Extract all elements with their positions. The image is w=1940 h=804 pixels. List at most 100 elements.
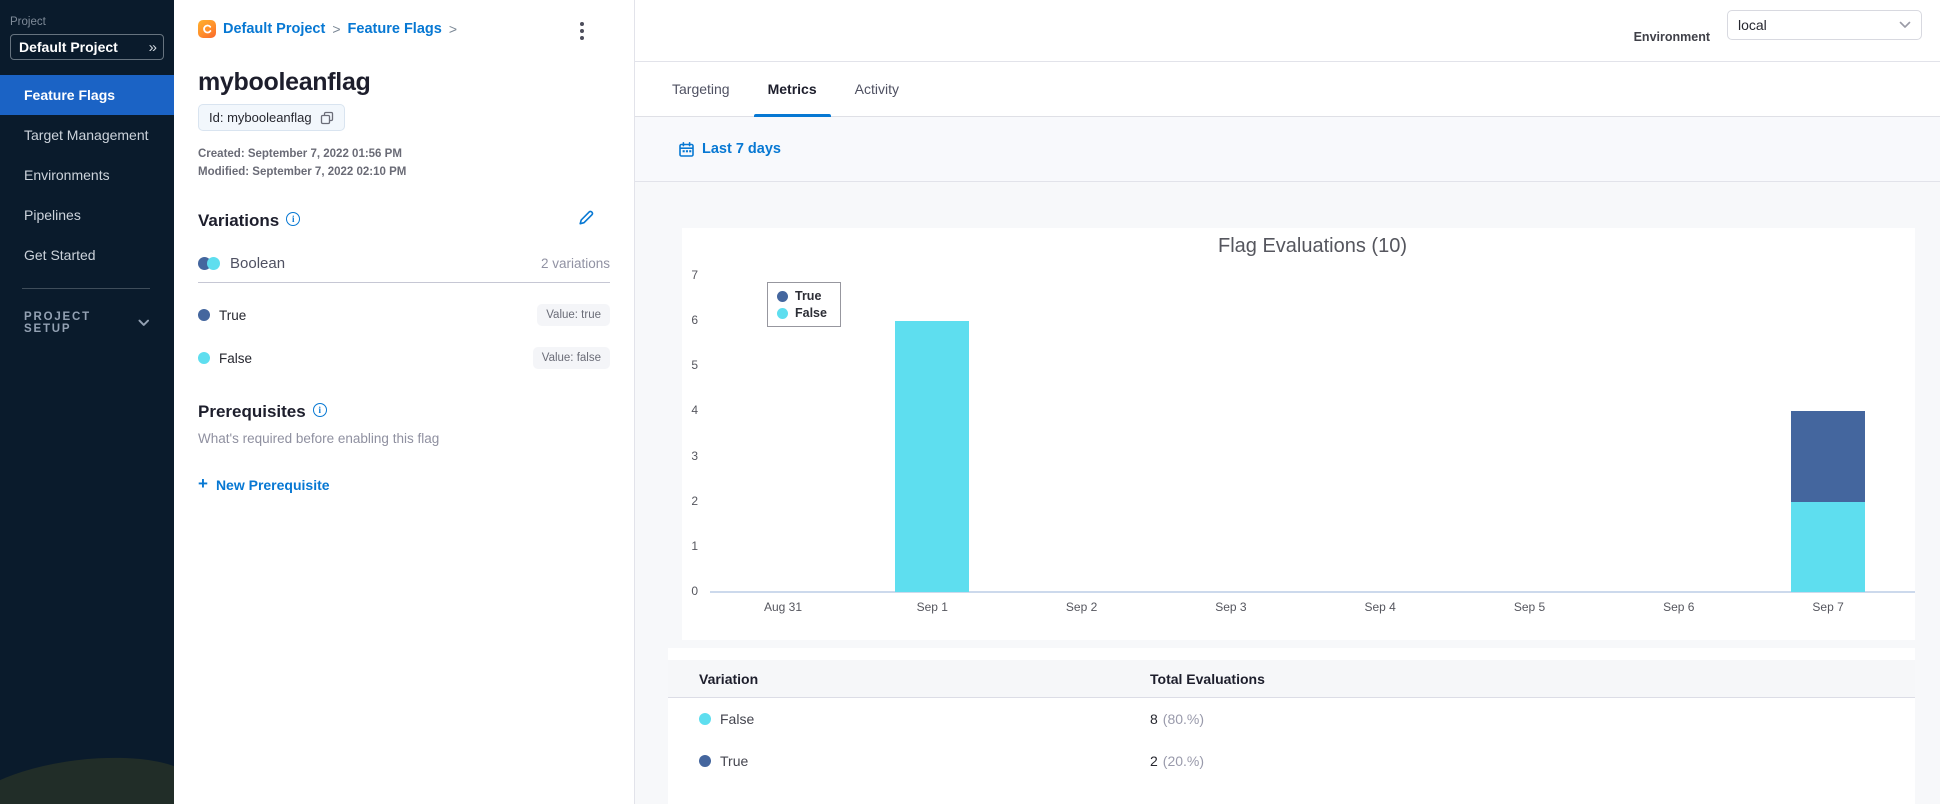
variations-divider	[198, 282, 610, 283]
bar-false-sep-1[interactable]	[895, 321, 970, 592]
sidebar-item-feature-flags[interactable]: Feature Flags	[0, 75, 174, 115]
new-prerequisite-button[interactable]: + New Prerequisite	[198, 474, 330, 494]
true-variation-value: Value: true	[537, 304, 610, 326]
prerequisites-description: What's required before enabling this fla…	[198, 431, 440, 446]
false-row-count: 8	[1150, 711, 1158, 727]
date-range-button[interactable]: Last 7 days	[679, 141, 781, 157]
project-setup-toggle[interactable]: PROJECT SETUP	[24, 311, 150, 335]
y-axis-tick: 7	[691, 268, 698, 283]
info-icon: i	[286, 212, 301, 226]
y-axis-tick: 3	[691, 448, 698, 463]
flag-evaluations-chart: Flag Evaluations (10) True False 0123456…	[682, 228, 1915, 640]
breadcrumb-separator: >	[448, 21, 457, 37]
main-area: Environment local Targeting Metrics Acti…	[635, 0, 1940, 804]
sidebar-item-environments[interactable]: Environments	[0, 155, 174, 195]
app: Project Default Project » Feature Flags …	[0, 0, 1940, 804]
info-icon: i	[312, 403, 327, 417]
corner-decoration	[0, 746, 174, 804]
variation-type-label: Boolean	[230, 255, 286, 272]
chevron-down-icon	[138, 319, 150, 326]
table-row-false: False 8 (80.%)	[668, 698, 1915, 740]
bar-true-sep-7[interactable]	[1791, 411, 1866, 502]
table-row-true: True 2 (20.%)	[668, 740, 1915, 782]
copy-icon[interactable]	[320, 111, 334, 125]
y-axis-tick: 2	[691, 493, 698, 508]
chart-plot: 0 1 2 3 4 5 6 7 Aug 31 Sep 1 Sep 2 Sep 3 Sep 4 Sep 5 S…	[682, 228, 1915, 640]
flag-id-text: Id: mybooleanflag	[209, 110, 312, 125]
variation-count: 2 variations	[540, 256, 610, 271]
flag-detail-panel: Default Project > Feature Flags > mybool…	[174, 0, 635, 804]
kebab-menu-button[interactable]	[572, 20, 592, 42]
table-header: Variation Total Evaluations	[668, 660, 1915, 698]
true-variation-name: True	[219, 307, 247, 323]
false-variation-value: Value: false	[532, 347, 610, 369]
environment-select[interactable]: local	[1727, 10, 1922, 40]
false-row-percent: (80.%)	[1162, 711, 1205, 727]
column-total-evaluations: Total Evaluations	[1150, 670, 1265, 687]
bar-false-sep-7[interactable]	[1791, 501, 1866, 592]
variations-title: Variations	[198, 211, 280, 230]
y-axis-tick: 5	[691, 358, 698, 373]
x-axis-label: Sep 1	[916, 600, 948, 614]
flag-id-chip: Id: mybooleanflag	[198, 104, 345, 131]
y-axis-tick: 1	[691, 538, 698, 553]
false-row-label: False	[720, 711, 755, 727]
plus-icon: +	[198, 474, 208, 493]
feature-flags-module-icon	[198, 20, 216, 38]
modified-date: Modified: September 7, 2022 02:10 PM	[198, 166, 407, 178]
breadcrumb: Default Project > Feature Flags >	[198, 20, 610, 38]
project-label: Project	[10, 16, 46, 28]
false-variation-name: False	[219, 350, 253, 366]
created-date: Created: September 7, 2022 01:56 PM	[198, 148, 402, 160]
true-variation-dot	[198, 309, 210, 321]
chevron-down-icon	[1899, 21, 1911, 28]
x-axis-line	[710, 591, 1915, 593]
project-setup-label: PROJECT SETUP	[24, 311, 91, 335]
false-variation-dot	[198, 352, 210, 364]
breadcrumb-default-project[interactable]: Default Project	[223, 21, 325, 37]
sidebar-nav: Feature Flags Target Management Environm…	[0, 75, 174, 275]
evaluations-table: Variation Total Evaluations False 8 (80.%…	[668, 648, 1915, 804]
prerequisites-title: Prerequisites	[198, 402, 306, 421]
project-selector-value: Default Project	[19, 39, 118, 55]
topbar: Environment local	[635, 0, 1940, 62]
true-row-label: True	[720, 753, 749, 769]
sidebar-item-target-management[interactable]: Target Management	[0, 115, 174, 155]
environment-label: Environment	[1633, 30, 1710, 44]
variation-type-row: Boolean 2 variations	[198, 255, 610, 272]
true-row-dot	[699, 755, 711, 767]
edit-variations-button[interactable]	[577, 209, 594, 229]
tab-metrics[interactable]: Metrics	[753, 62, 831, 117]
metrics-content: Flag Evaluations (10) True False 0123456…	[635, 182, 1940, 804]
filter-strip: Last 7 days	[635, 117, 1940, 182]
x-axis-label: Sep 5	[1513, 600, 1546, 614]
true-row-count: 2	[1150, 753, 1158, 769]
x-axis-label: Aug 31	[763, 600, 803, 614]
variation-row-false: False Value: false	[198, 347, 610, 369]
breadcrumb-separator: >	[332, 21, 341, 37]
tabs: Targeting Metrics Activity	[635, 62, 1940, 117]
double-chevron-icon: »	[148, 38, 157, 56]
sidebar-item-pipelines[interactable]: Pipelines	[0, 195, 174, 235]
date-range-label: Last 7 days	[702, 141, 781, 157]
x-axis-label: Sep 6	[1663, 600, 1695, 614]
y-axis-tick: 0	[691, 584, 698, 598]
tab-activity[interactable]: Activity	[841, 62, 913, 116]
sidebar-divider	[22, 288, 150, 289]
false-row-dot	[699, 713, 711, 725]
breadcrumb-feature-flags[interactable]: Feature Flags	[348, 21, 442, 37]
y-axis-tick: 4	[691, 403, 698, 418]
x-axis-label: Sep 4	[1364, 600, 1396, 614]
tab-targeting[interactable]: Targeting	[658, 62, 744, 116]
x-axis-label: Sep 7	[1812, 600, 1844, 614]
y-axis-tick: 6	[691, 313, 698, 328]
sidebar-item-get-started[interactable]: Get Started	[0, 235, 174, 275]
column-variation: Variation	[699, 670, 759, 687]
x-axis-label: Sep 3	[1215, 600, 1247, 614]
new-prerequisite-label: New Prerequisite	[215, 477, 330, 493]
true-row-percent: (20.%)	[1162, 753, 1205, 769]
project-selector[interactable]: Default Project »	[10, 34, 164, 60]
sidebar: Project Default Project » Feature Flags …	[0, 0, 174, 804]
environment-selected-value: local	[1738, 17, 1767, 33]
calendar-icon	[679, 141, 694, 157]
